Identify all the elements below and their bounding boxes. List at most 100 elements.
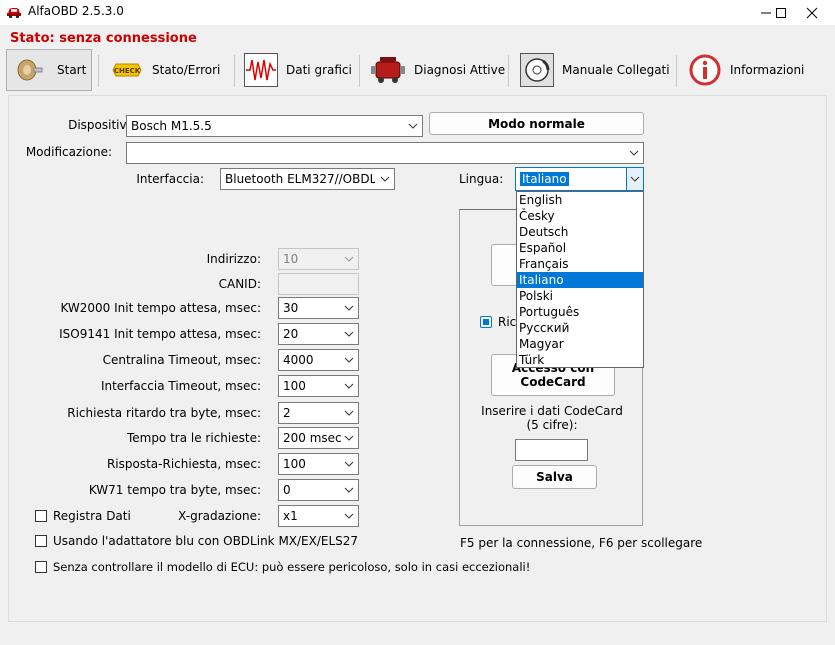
modificazione-label: Modificazione:: [25, 145, 112, 159]
language-option[interactable]: Português: [517, 304, 643, 320]
toolbar-divider: [234, 55, 235, 87]
tab-manuale-collegati-label: Manuale Collegati: [562, 63, 670, 77]
language-option[interactable]: Deutsch: [517, 224, 643, 240]
param-value: 2: [283, 406, 291, 420]
codecard-line2: CodeCard: [520, 375, 586, 389]
param-label: Risposta-Richiesta, msec:: [106, 457, 261, 471]
language-option[interactable]: Türk: [517, 352, 643, 368]
check-engine-icon: CHECK: [110, 53, 144, 87]
tab-dati-grafici[interactable]: Dati grafici: [244, 49, 356, 91]
chevron-down-icon: [630, 176, 640, 182]
chevron-down-icon: [344, 410, 354, 416]
param-select[interactable]: 100: [278, 375, 359, 397]
waveform-icon: [244, 53, 278, 87]
tab-manuale-collegati[interactable]: Manuale Collegati: [520, 49, 672, 91]
window-title: AlfaOBD 2.5.3.0: [28, 4, 124, 18]
param-select[interactable]: 10: [278, 248, 359, 270]
param-value: 20: [283, 327, 299, 341]
param-label: Centralina Timeout, msec:: [102, 353, 261, 367]
brake-disc-icon: [520, 53, 554, 87]
registra-dati-checkbox[interactable]: [35, 510, 47, 522]
toolbar: Start CHECK Stato/Errori Dati grafici Di…: [0, 49, 835, 93]
chevron-down-icon: [344, 487, 354, 493]
lingua-dropdown-toggle[interactable]: [626, 168, 643, 190]
toolbar-divider: [98, 55, 99, 87]
senza-controllare-checkbox[interactable]: [35, 561, 47, 573]
ric-label: Ric: [498, 315, 517, 329]
param-select[interactable]: [278, 273, 359, 295]
lingua-select[interactable]: Italiano: [515, 167, 644, 191]
close-button[interactable]: [789, 0, 835, 25]
salva-button[interactable]: Salva: [512, 465, 597, 489]
param-label: X-gradazione:: [178, 509, 261, 523]
codecard-input[interactable]: [515, 439, 588, 461]
param-select[interactable]: 100: [278, 453, 359, 475]
param-label: CANID:: [218, 277, 261, 291]
param-select[interactable]: x1: [278, 505, 359, 527]
chevron-down-icon: [344, 331, 354, 337]
title-bar: AlfaOBD 2.5.3.0: [0, 0, 835, 25]
dispositivo-label: Dispositivo:: [68, 118, 138, 132]
engine-icon: [370, 53, 406, 87]
tab-diagnosi-attive[interactable]: Diagnosi Attive: [370, 49, 506, 91]
tab-diagnosi-attive-label: Diagnosi Attive: [414, 63, 506, 77]
language-option[interactable]: Italiano: [517, 272, 643, 288]
param-select[interactable]: 4000: [278, 349, 359, 371]
param-select[interactable]: 0: [278, 479, 359, 501]
chevron-down-icon: [344, 461, 354, 467]
adattatore-blu-label: Usando l'adattatore blu con OBDLink MX/E…: [53, 534, 359, 548]
check-badge-text: CHECK: [114, 67, 141, 75]
tab-dati-grafici-label: Dati grafici: [286, 63, 352, 77]
language-dropdown-list: English Česky Deutsch Español Français Italia…: [516, 191, 644, 368]
dispositivo-select[interactable]: Bosch M1.5.5: [126, 115, 423, 137]
param-value: 100: [283, 457, 306, 471]
interfaccia-value: Bluetooth ELM327//OBDLin: [225, 172, 375, 186]
param-select[interactable]: 2: [278, 402, 359, 424]
interfaccia-select[interactable]: Bluetooth ELM327//OBDLin: [220, 168, 395, 190]
tab-informazioni[interactable]: Informazioni: [688, 49, 808, 91]
tab-stato-errori-label: Stato/Errori: [152, 63, 221, 77]
car-icon: [7, 8, 21, 19]
lingua-value: Italiano: [520, 172, 569, 186]
modo-normale-button[interactable]: Modo normale: [429, 112, 644, 135]
language-option[interactable]: Français: [517, 256, 643, 272]
tab-start[interactable]: Start: [6, 49, 92, 91]
language-option[interactable]: Русский: [517, 320, 643, 336]
chevron-down-icon: [380, 176, 390, 182]
chevron-down-icon: [344, 256, 354, 262]
key-icon: [15, 53, 45, 87]
param-value: 200 msec: [283, 431, 342, 445]
toolbar-divider: [359, 55, 360, 87]
dispositivo-value: Bosch M1.5.5: [131, 119, 212, 133]
connection-status: Stato: senza connessione: [10, 31, 197, 46]
param-label: KW2000 Init tempo attesa, msec:: [60, 301, 261, 315]
adattatore-blu-checkbox[interactable]: [35, 535, 47, 547]
param-label: ISO9141 Init tempo attesa, msec:: [59, 327, 261, 341]
lingua-label: Lingua:: [459, 172, 504, 186]
tab-informazioni-label: Informazioni: [730, 63, 805, 77]
language-option[interactable]: Česky: [517, 208, 643, 224]
tab-start-label: Start: [57, 63, 87, 77]
language-option[interactable]: Español: [517, 240, 643, 256]
chevron-down-icon: [344, 383, 354, 389]
param-select[interactable]: 30: [278, 297, 359, 319]
param-value: 4000: [283, 353, 314, 367]
codecard-instruction-line1: Inserire i dati CodeCard: [481, 404, 623, 418]
chevron-down-icon: [344, 435, 354, 441]
toolbar-divider: [508, 55, 509, 87]
registra-dati-label: Registra Dati: [53, 509, 131, 523]
info-icon: [688, 53, 722, 87]
chevron-down-icon: [344, 357, 354, 363]
chevron-down-icon: [629, 150, 639, 156]
ric-checkbox[interactable]: [480, 316, 492, 328]
param-label: Richiesta ritardo tra byte, msec:: [67, 406, 261, 420]
param-value: 100: [283, 379, 306, 393]
language-option[interactable]: Polski: [517, 288, 643, 304]
modificazione-select[interactable]: [126, 142, 644, 164]
tab-stato-errori[interactable]: CHECK Stato/Errori: [110, 49, 232, 91]
language-option[interactable]: English: [517, 192, 643, 208]
param-value: 10: [283, 252, 299, 266]
param-select[interactable]: 20: [278, 323, 359, 345]
language-option[interactable]: Magyar: [517, 336, 643, 352]
param-select[interactable]: 200 msec: [278, 427, 359, 449]
